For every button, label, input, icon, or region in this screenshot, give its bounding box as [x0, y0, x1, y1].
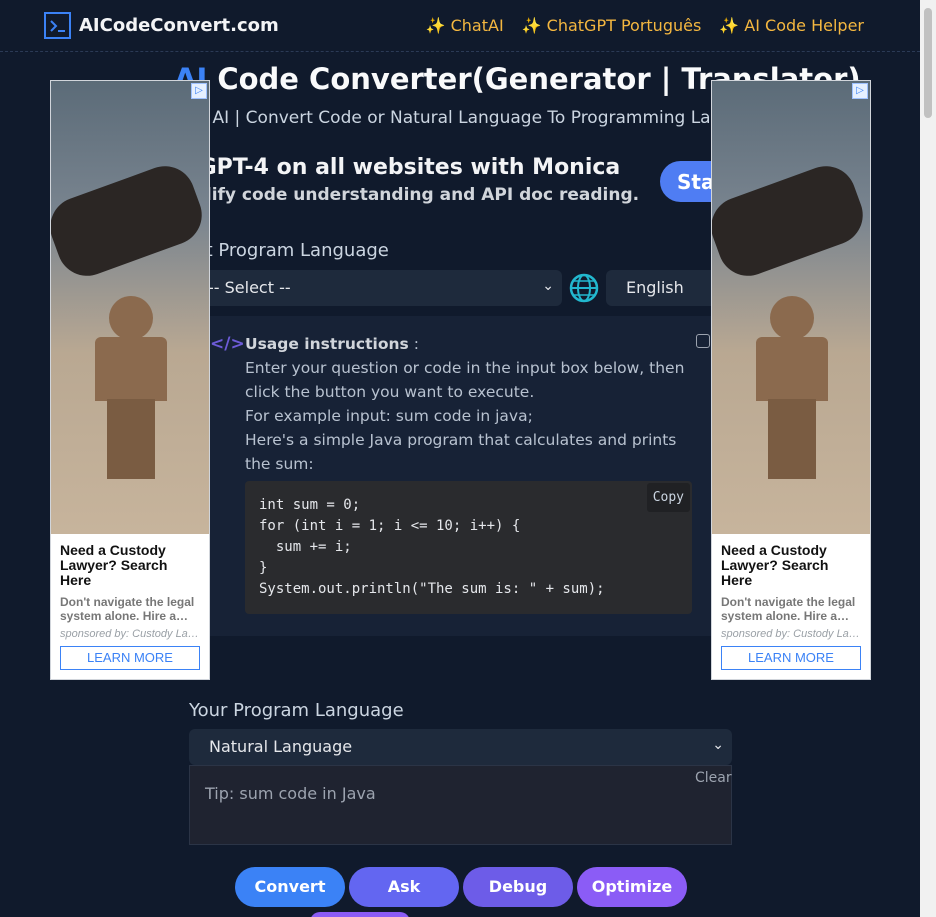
scrollbar-thumb[interactable] — [924, 8, 932, 118]
source-language-label: Your Program Language — [189, 700, 404, 721]
ad-sponsor: sponsored by: Custody La… — [721, 628, 860, 640]
clear-button[interactable]: Clear — [695, 770, 732, 786]
ad-learn-more-button[interactable]: LEARN MORE — [721, 646, 861, 670]
ad-left[interactable]: ▷ Need a Custody Lawyer? Search Here Don… — [50, 80, 210, 680]
convert-button[interactable]: Convert — [235, 867, 345, 907]
code-copy-button[interactable]: Copy — [646, 483, 690, 512]
source-language-select[interactable]: Natural Language ⌄ — [189, 729, 732, 765]
page-subtitle: rter AI | Convert Code or Natural Langua… — [176, 108, 722, 128]
promo-title: e GPT-4 on all websites with Monica — [176, 155, 621, 180]
ad-learn-more-button[interactable]: LEARN MORE — [60, 646, 200, 670]
copy-icon[interactable] — [696, 334, 710, 348]
site-name: AICodeConvert.com — [79, 15, 279, 36]
optimize-button[interactable]: Optimize — [577, 867, 687, 907]
nav-link-chatai[interactable]: ✨ ChatAI — [426, 16, 504, 35]
ask-button[interactable]: Ask — [349, 867, 459, 907]
main-nav: ✨ ChatAI ✨ ChatGPT Português ✨ AI Code H… — [426, 16, 864, 35]
code-input-textarea[interactable]: Tip: sum code in Java — [189, 765, 732, 845]
usage-instructions-panel: </> Usage instructions : Enter your ques… — [190, 316, 730, 636]
usage-line-1: Enter your question or code in the input… — [245, 359, 685, 401]
page-scrollbar[interactable] — [920, 0, 936, 917]
adchoices-icon[interactable]: ▷ — [852, 83, 868, 99]
usage-line-2: For example input: sum code in java; — [245, 407, 533, 425]
usage-text: Usage instructions : Enter your question… — [245, 332, 685, 476]
debug-button[interactable]: Debug — [463, 867, 573, 907]
ad-description: Don't navigate the legal system alone. H… — [60, 595, 195, 623]
adchoices-icon[interactable]: ▷ — [191, 83, 207, 99]
ad-right[interactable]: ▷ Need a Custody Lawyer? Search Here Don… — [711, 80, 871, 680]
usage-heading: Usage instructions — [245, 335, 409, 353]
ad-image — [51, 81, 209, 534]
nav-link-chatgpt-portugues[interactable]: ✨ ChatGPT Português — [522, 16, 702, 35]
chevron-down-icon: ⌄ — [712, 737, 724, 753]
usage-line-3: Here's a simple Java program that calcul… — [245, 431, 677, 473]
ad-sponsor: sponsored by: Custody La… — [60, 628, 199, 640]
ad-title[interactable]: Need a Custody Lawyer? Search Here — [721, 543, 863, 588]
chevron-down-icon: ⌄ — [542, 278, 554, 294]
code-example-text: int sum = 0; for (int i = 1; i <= 10; i+… — [259, 497, 605, 597]
ad-image — [712, 81, 870, 534]
nav-link-ai-code-helper[interactable]: ✨ AI Code Helper — [719, 16, 864, 35]
terminal-icon — [44, 12, 71, 39]
ad-description: Don't navigate the legal system alone. H… — [721, 595, 856, 623]
top-navbar: AICodeConvert.com ✨ ChatAI ✨ ChatGPT Por… — [0, 0, 920, 52]
promo-subtitle: mplify code understanding and API doc re… — [176, 185, 640, 205]
code-example: int sum = 0; for (int i = 1; i <= 10; i+… — [245, 481, 692, 614]
code-icon: </> — [210, 334, 245, 354]
site-logo[interactable]: AICodeConvert.com — [44, 12, 279, 39]
target-language-select[interactable]: -- Select -- ⌄ — [190, 270, 562, 306]
globe-icon[interactable] — [568, 272, 600, 308]
ad-title[interactable]: Need a Custody Lawyer? Search Here — [60, 543, 202, 588]
next-button-partial[interactable] — [310, 912, 410, 917]
